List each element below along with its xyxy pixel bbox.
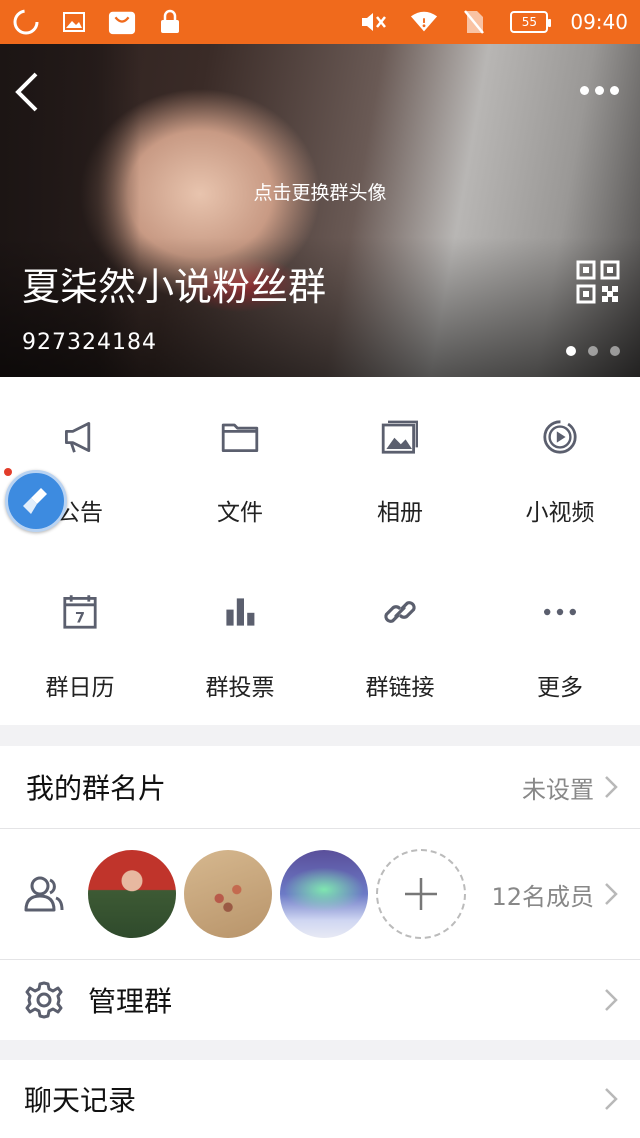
member-avatar[interactable] — [280, 850, 368, 938]
group-name: 夏柒然小说粉丝群 — [22, 265, 327, 309]
battery-icon: 55 — [510, 11, 552, 33]
group-id: 927324184 — [22, 330, 157, 355]
chevron-right-icon — [605, 883, 618, 905]
feature-label: 文件 — [217, 500, 263, 526]
feature-link[interactable]: 群链接 — [320, 552, 480, 702]
manage-group-title: 管理群 — [88, 985, 173, 1018]
megaphone-icon — [65, 422, 91, 453]
back-button[interactable] — [12, 70, 44, 114]
feature-short-video[interactable]: 小视频 — [480, 377, 640, 527]
image-icon — [60, 8, 88, 36]
qr-code-button[interactable] — [576, 260, 620, 304]
chevron-right-icon — [605, 776, 618, 798]
group-cover[interactable]: 点击更换群头像 夏柒然小说粉丝群 927324184 — [0, 44, 640, 377]
svg-text:7: 7 — [75, 610, 85, 626]
notification-dot — [4, 468, 12, 476]
plus-icon — [405, 878, 437, 910]
more-options-button[interactable] — [580, 80, 624, 100]
change-avatar-hint[interactable]: 点击更换群头像 — [0, 178, 640, 205]
wifi-icon — [410, 8, 438, 36]
loading-icon — [12, 8, 40, 36]
battery-level: 55 — [521, 15, 537, 29]
bar-chart-icon — [226, 598, 255, 626]
more-icon — [544, 608, 576, 616]
album-icon — [381, 420, 418, 454]
cover-page-indicator — [566, 346, 620, 356]
status-time: 09:40 — [570, 10, 628, 34]
my-group-card-title: 我的群名片 — [26, 772, 167, 805]
my-group-card-value: 未设置 — [522, 775, 594, 804]
feature-label: 群投票 — [205, 675, 275, 701]
member-count: 12名成员 — [491, 882, 594, 911]
feature-grid: 公告 文件 相册 小视频 7 群日历 群投票 群链接 更多 — [0, 377, 640, 725]
link-icon — [384, 601, 416, 623]
lock-icon — [156, 8, 184, 36]
chat-history-row[interactable]: 聊天记录 — [0, 1060, 640, 1138]
chat-history-title: 聊天记录 — [24, 1084, 137, 1117]
my-group-card-row[interactable]: 我的群名片 未设置 — [0, 746, 640, 828]
feature-label: 小视频 — [525, 500, 595, 526]
add-member-button[interactable] — [376, 849, 466, 939]
feature-label: 群链接 — [365, 675, 435, 701]
feature-vote[interactable]: 群投票 — [160, 552, 320, 702]
feature-more[interactable]: 更多 — [480, 552, 640, 702]
members-icon — [24, 876, 64, 912]
no-sim-icon — [460, 8, 488, 36]
video-icon — [543, 420, 577, 454]
chevron-right-icon — [605, 989, 618, 1011]
member-avatar[interactable] — [184, 850, 272, 938]
shopping-bag-icon — [108, 8, 136, 36]
calendar-icon: 7 — [63, 595, 97, 629]
status-bar: 55 09:40 — [0, 0, 640, 44]
chevron-right-icon — [605, 1088, 618, 1110]
broom-icon — [23, 488, 47, 514]
chevron-left-icon — [15, 72, 38, 112]
floating-cleaner-button[interactable] — [5, 470, 67, 532]
feature-calendar[interactable]: 7 群日历 — [0, 552, 160, 702]
mute-icon — [360, 8, 388, 36]
manage-group-row[interactable]: 管理群 — [0, 960, 640, 1040]
member-avatar[interactable] — [88, 850, 176, 938]
feature-label: 相册 — [377, 500, 423, 526]
gear-icon — [25, 981, 63, 1019]
feature-label: 更多 — [537, 675, 583, 701]
members-row[interactable]: 12名成员 — [0, 829, 640, 959]
folder-icon — [221, 423, 259, 452]
feature-album[interactable]: 相册 — [320, 377, 480, 527]
feature-files[interactable]: 文件 — [160, 377, 320, 527]
feature-label: 群日历 — [45, 675, 115, 701]
qr-code-icon — [576, 260, 620, 304]
